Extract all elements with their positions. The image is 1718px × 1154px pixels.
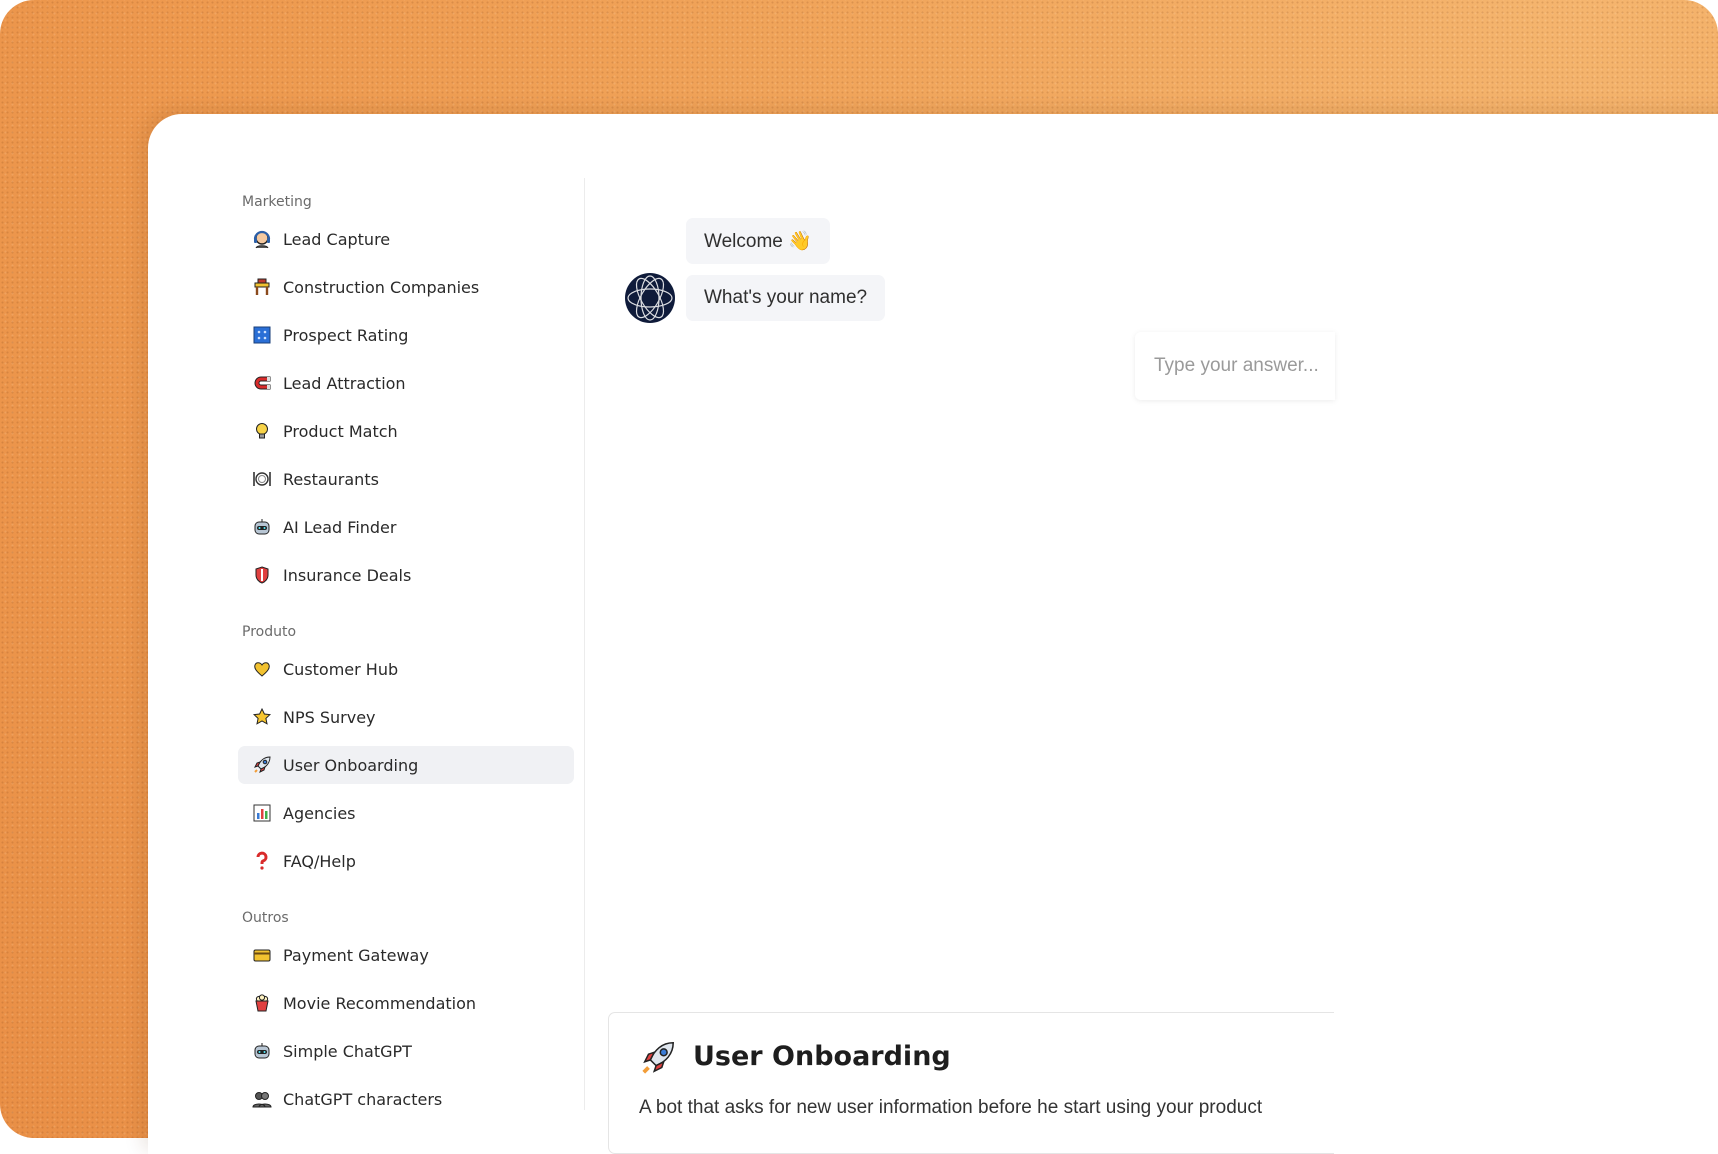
bot-avatar — [624, 272, 676, 324]
shield-icon — [251, 564, 273, 586]
sidebar-item-label: Restaurants — [283, 469, 379, 489]
robot-icon — [251, 516, 273, 538]
bot-message-question: What's your name? — [686, 275, 886, 321]
template-sidebar: Marketing Lead Capture Construction Comp… — [226, 178, 585, 1110]
section-title-outros: Outros — [242, 910, 289, 926]
sidebar-item-label: Customer Hub — [283, 659, 399, 679]
magnet-icon — [251, 372, 273, 394]
lightbulb-icon — [251, 420, 273, 442]
sidebar-item-prospect-rating[interactable]: Prospect Rating — [238, 316, 574, 354]
credit-card-icon — [251, 944, 273, 966]
sidebar-item-label: User Onboarding — [283, 755, 419, 775]
robot-icon — [251, 1040, 273, 1062]
sidebar-item-user-onboarding[interactable]: User Onboarding — [238, 746, 574, 784]
sidebar-item-faq-help[interactable]: FAQ/Help — [238, 842, 574, 880]
main-card: Marketing Lead Capture Construction Comp… — [148, 114, 1718, 1154]
sidebar-item-label: Insurance Deals — [283, 565, 412, 585]
sidebar-item-label: Lead Attraction — [283, 373, 406, 393]
people-icon — [251, 1088, 273, 1110]
template-description: A bot that asks for new user information… — [639, 1097, 1263, 1118]
section-title-produto: Produto — [242, 624, 297, 640]
sidebar-item-label: Simple ChatGPT — [283, 1041, 412, 1061]
rocket-icon — [251, 754, 273, 776]
headset-icon — [251, 228, 273, 250]
sidebar-item-nps-survey[interactable]: NPS Survey — [238, 698, 574, 736]
sidebar-item-payment-gateway[interactable]: Payment Gateway — [238, 936, 574, 974]
popcorn-icon — [251, 992, 273, 1014]
sidebar-item-chatgpt-characters[interactable]: ChatGPT characters — [238, 1080, 574, 1118]
heart-hands-icon — [251, 658, 273, 680]
sidebar-item-label: Movie Recommendation — [283, 993, 477, 1013]
sidebar-item-label: Prospect Rating — [283, 325, 409, 345]
plate-icon — [251, 468, 273, 490]
answer-input-placeholder: Type your answer... — [1154, 355, 1319, 376]
sidebar-item-label: ChatGPT characters — [283, 1089, 443, 1109]
sidebar-item-label: Payment Gateway — [283, 945, 429, 965]
sidebar-item-label: Agencies — [283, 803, 356, 823]
question-icon — [251, 850, 273, 872]
abacus-icon — [251, 324, 273, 346]
sidebar-item-insurance-deals[interactable]: Insurance Deals — [238, 556, 574, 594]
star-icon — [251, 706, 273, 728]
sidebar-item-simple-chatgpt[interactable]: Simple ChatGPT — [238, 1032, 574, 1070]
sidebar-item-ai-lead-finder[interactable]: AI Lead Finder — [238, 508, 574, 546]
sidebar-item-movie-recommendation[interactable]: Movie Recommendation — [238, 984, 574, 1022]
chat-preview: Welcome 👋 What's your name? Type your an… — [608, 178, 1478, 1154]
sidebar-item-customer-hub[interactable]: Customer Hub — [238, 650, 574, 688]
sidebar-item-lead-attraction[interactable]: Lead Attraction — [238, 364, 574, 402]
bar-chart-icon — [251, 802, 273, 824]
sidebar-item-label: AI Lead Finder — [283, 517, 397, 537]
rocket-icon — [639, 1039, 677, 1077]
template-info-card: User Onboarding A bot that asks for new … — [608, 1012, 1334, 1154]
sidebar-item-restaurants[interactable]: Restaurants — [238, 460, 574, 498]
sidebar-item-label: Construction Companies — [283, 277, 480, 297]
sidebar-item-lead-capture[interactable]: Lead Capture — [238, 220, 574, 258]
bot-message-welcome: Welcome 👋 — [686, 218, 830, 264]
construction-icon — [251, 276, 273, 298]
sidebar-item-label: Lead Capture — [283, 229, 391, 249]
section-title-marketing: Marketing — [242, 194, 312, 210]
answer-input[interactable]: Type your answer... — [1135, 332, 1335, 400]
sidebar-item-label: NPS Survey — [283, 707, 376, 727]
sidebar-item-product-match[interactable]: Product Match — [238, 412, 574, 450]
sidebar-item-agencies[interactable]: Agencies — [238, 794, 574, 832]
sidebar-item-label: Product Match — [283, 421, 398, 441]
sidebar-item-label: FAQ/Help — [283, 851, 356, 871]
sidebar-item-construction-companies[interactable]: Construction Companies — [238, 268, 574, 306]
template-title: User Onboarding — [693, 1041, 951, 1072]
